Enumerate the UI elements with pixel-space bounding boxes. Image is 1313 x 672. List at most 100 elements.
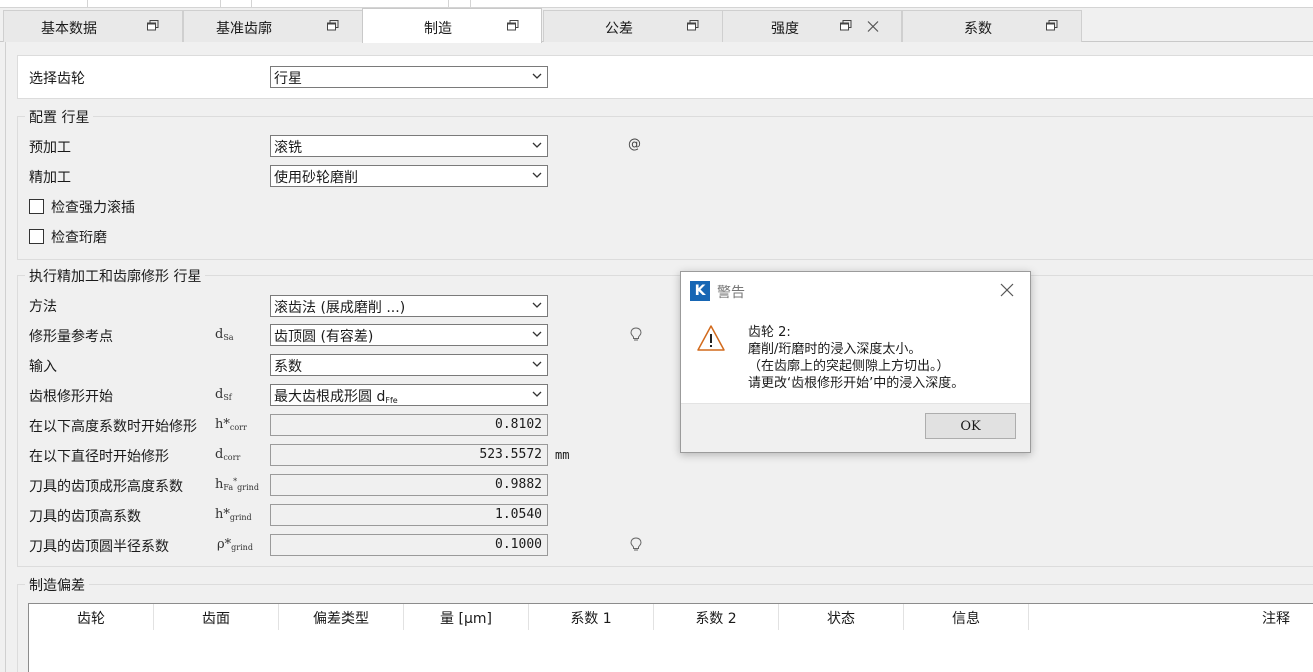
symbol-subscript-2: grind [237, 483, 259, 492]
tab-strength[interactable]: 强度 [722, 10, 902, 42]
method-label: 方法 [29, 299, 57, 315]
dialog-footer: OK [681, 403, 1030, 452]
tool-addendum-field[interactable]: 1.0540 [270, 504, 548, 526]
symbol-subscript: grind [229, 513, 252, 522]
app-logo: K [690, 281, 710, 301]
restore-window-icon[interactable] [687, 20, 699, 31]
tab-manufacturing[interactable]: 制造 [362, 8, 542, 43]
close-icon[interactable] [999, 282, 1015, 298]
config-frame [17, 116, 1313, 260]
combo-value: 系数 [274, 359, 302, 375]
ref-point-combo[interactable]: 齿顶圆 (有容差) [270, 324, 548, 346]
tool-tip-radius-symbol: ρ*grind [217, 537, 253, 552]
tool-tip-radius-field[interactable]: 0.1000 [270, 534, 548, 556]
symbol-base: h* [215, 417, 230, 432]
tab-bar: 基本数据 基准齿廓 制造 公差 强度 系数 [0, 8, 1313, 43]
chevron-down-icon [532, 391, 542, 397]
column-header-gear[interactable]: 齿轮 [29, 604, 154, 630]
close-tab-icon[interactable] [867, 21, 879, 32]
dialog-title: 警告 [717, 285, 745, 301]
ok-button[interactable]: OK [925, 413, 1016, 439]
diameter-label: 在以下直径时开始修形 [29, 449, 169, 465]
height-factor-symbol: h*corr [215, 417, 247, 432]
symbol-subscript: corr [229, 423, 247, 432]
finishing-combo[interactable]: 使用砂轮磨削 [270, 165, 548, 187]
tool-form-height-field[interactable]: 0.9882 [270, 474, 548, 496]
tab-label: 公差 [605, 21, 633, 37]
honing-checkbox[interactable] [29, 229, 44, 244]
chevron-down-icon [532, 331, 542, 337]
column-header-flank[interactable]: 齿面 [154, 604, 279, 630]
combo-value-subscript: Ffe [385, 396, 398, 405]
diameter-unit: mm [555, 448, 570, 462]
ref-point-label: 修形量参考点 [29, 329, 113, 345]
chevron-down-icon [532, 361, 542, 367]
column-header-amount[interactable]: 量 [μm] [404, 604, 529, 630]
honing-label: 检查珩磨 [51, 230, 107, 246]
warning-dialog: K 警告 齿轮 2: 磨削/珩磨时的浸入深度太小。 （在齿廓上的突起侧隙上方切出… [680, 271, 1031, 453]
tab-label: 基准齿廓 [216, 21, 272, 37]
column-header-status[interactable]: 状态 [779, 604, 904, 630]
combo-value: 齿顶圆 (有容差) [274, 329, 374, 345]
tab-label: 系数 [964, 21, 992, 37]
restore-window-icon[interactable] [327, 20, 339, 31]
column-header-info[interactable]: 信息 [904, 604, 1029, 630]
chevron-down-icon [532, 302, 542, 308]
root-start-combo[interactable]: 最大齿根成形圆 dFfe [270, 384, 548, 406]
combo-value: 行星 [274, 71, 302, 87]
diameter-field[interactable]: 523.5572 [270, 444, 548, 466]
deviation-table[interactable]: 齿轮 齿面 偏差类型 量 [μm] 系数 1 系数 2 状态 信息 注释 [28, 603, 1313, 672]
config-title: 配置 行星 [25, 107, 94, 127]
chevron-down-icon [532, 73, 542, 79]
gear-select-combo[interactable]: 行星 [270, 66, 548, 88]
tab-factors[interactable]: 系数 [902, 10, 1082, 42]
height-factor-field[interactable]: 0.8102 [270, 414, 548, 436]
root-start-symbol: dSf [215, 387, 232, 402]
height-factor-label: 在以下高度系数时开始修形 [29, 419, 197, 435]
input-combo[interactable]: 系数 [270, 354, 548, 376]
tool-addendum-label: 刀具的齿顶高系数 [29, 509, 141, 525]
symbol-subscript: grind [231, 543, 253, 552]
dialog-line-4: 请更改‘齿根修形开始’中的浸入深度。 [748, 376, 965, 391]
finishing-frame [17, 275, 1313, 567]
tab-reference-profile[interactable]: 基准齿廓 [183, 10, 363, 42]
column-header-comment[interactable]: 注释 [1029, 604, 1313, 630]
combo-value: 滚铣 [274, 140, 302, 156]
tool-addendum-symbol: h*grind [215, 507, 252, 522]
tab-label: 基本数据 [41, 21, 97, 37]
symbol-subscript: Fa [223, 483, 234, 492]
chevron-down-icon [532, 142, 542, 148]
lightbulb-icon[interactable] [630, 327, 642, 342]
gear-select-box [17, 55, 1313, 99]
column-header-factor-2[interactable]: 系数 2 [654, 604, 779, 630]
finishing-label: 精加工 [29, 170, 71, 186]
left-border [5, 42, 6, 672]
root-start-label: 齿根修形开始 [29, 389, 113, 405]
restore-window-icon[interactable] [840, 20, 852, 31]
at-icon[interactable]: @ [628, 137, 641, 152]
power-skiving-label: 检查强力滚插 [51, 200, 135, 216]
pre-machining-combo[interactable]: 滚铣 [270, 135, 548, 157]
symbol-base: ρ* [217, 537, 232, 552]
power-skiving-checkbox[interactable] [29, 199, 44, 214]
symbol-subscript: Sa [223, 333, 234, 342]
pre-machining-label: 预加工 [29, 140, 71, 156]
combo-value: 滚齿法 (展成磨削 ...) [274, 300, 406, 316]
diameter-symbol: dcorr [215, 447, 240, 462]
combo-value: 最大齿根成形圆 d [274, 389, 386, 405]
method-combo[interactable]: 滚齿法 (展成磨削 ...) [270, 295, 548, 317]
tab-tolerances[interactable]: 公差 [543, 10, 723, 42]
deviation-title: 制造偏差 [25, 575, 89, 595]
column-header-factor-1[interactable]: 系数 1 [529, 604, 654, 630]
restore-window-icon[interactable] [507, 20, 519, 31]
restore-window-icon[interactable] [147, 20, 159, 31]
ref-point-symbol: dSa [215, 327, 234, 342]
lightbulb-icon[interactable] [630, 537, 642, 552]
column-header-deviation-type[interactable]: 偏差类型 [279, 604, 404, 630]
tool-tip-radius-label: 刀具的齿顶圆半径系数 [29, 539, 169, 555]
tab-basic-data[interactable]: 基本数据 [3, 10, 183, 42]
symbol-subscript: Sf [223, 393, 232, 402]
restore-window-icon[interactable] [1046, 20, 1058, 31]
gear-select-label: 选择齿轮 [29, 71, 85, 87]
symbol-subscript: corr [223, 453, 241, 462]
